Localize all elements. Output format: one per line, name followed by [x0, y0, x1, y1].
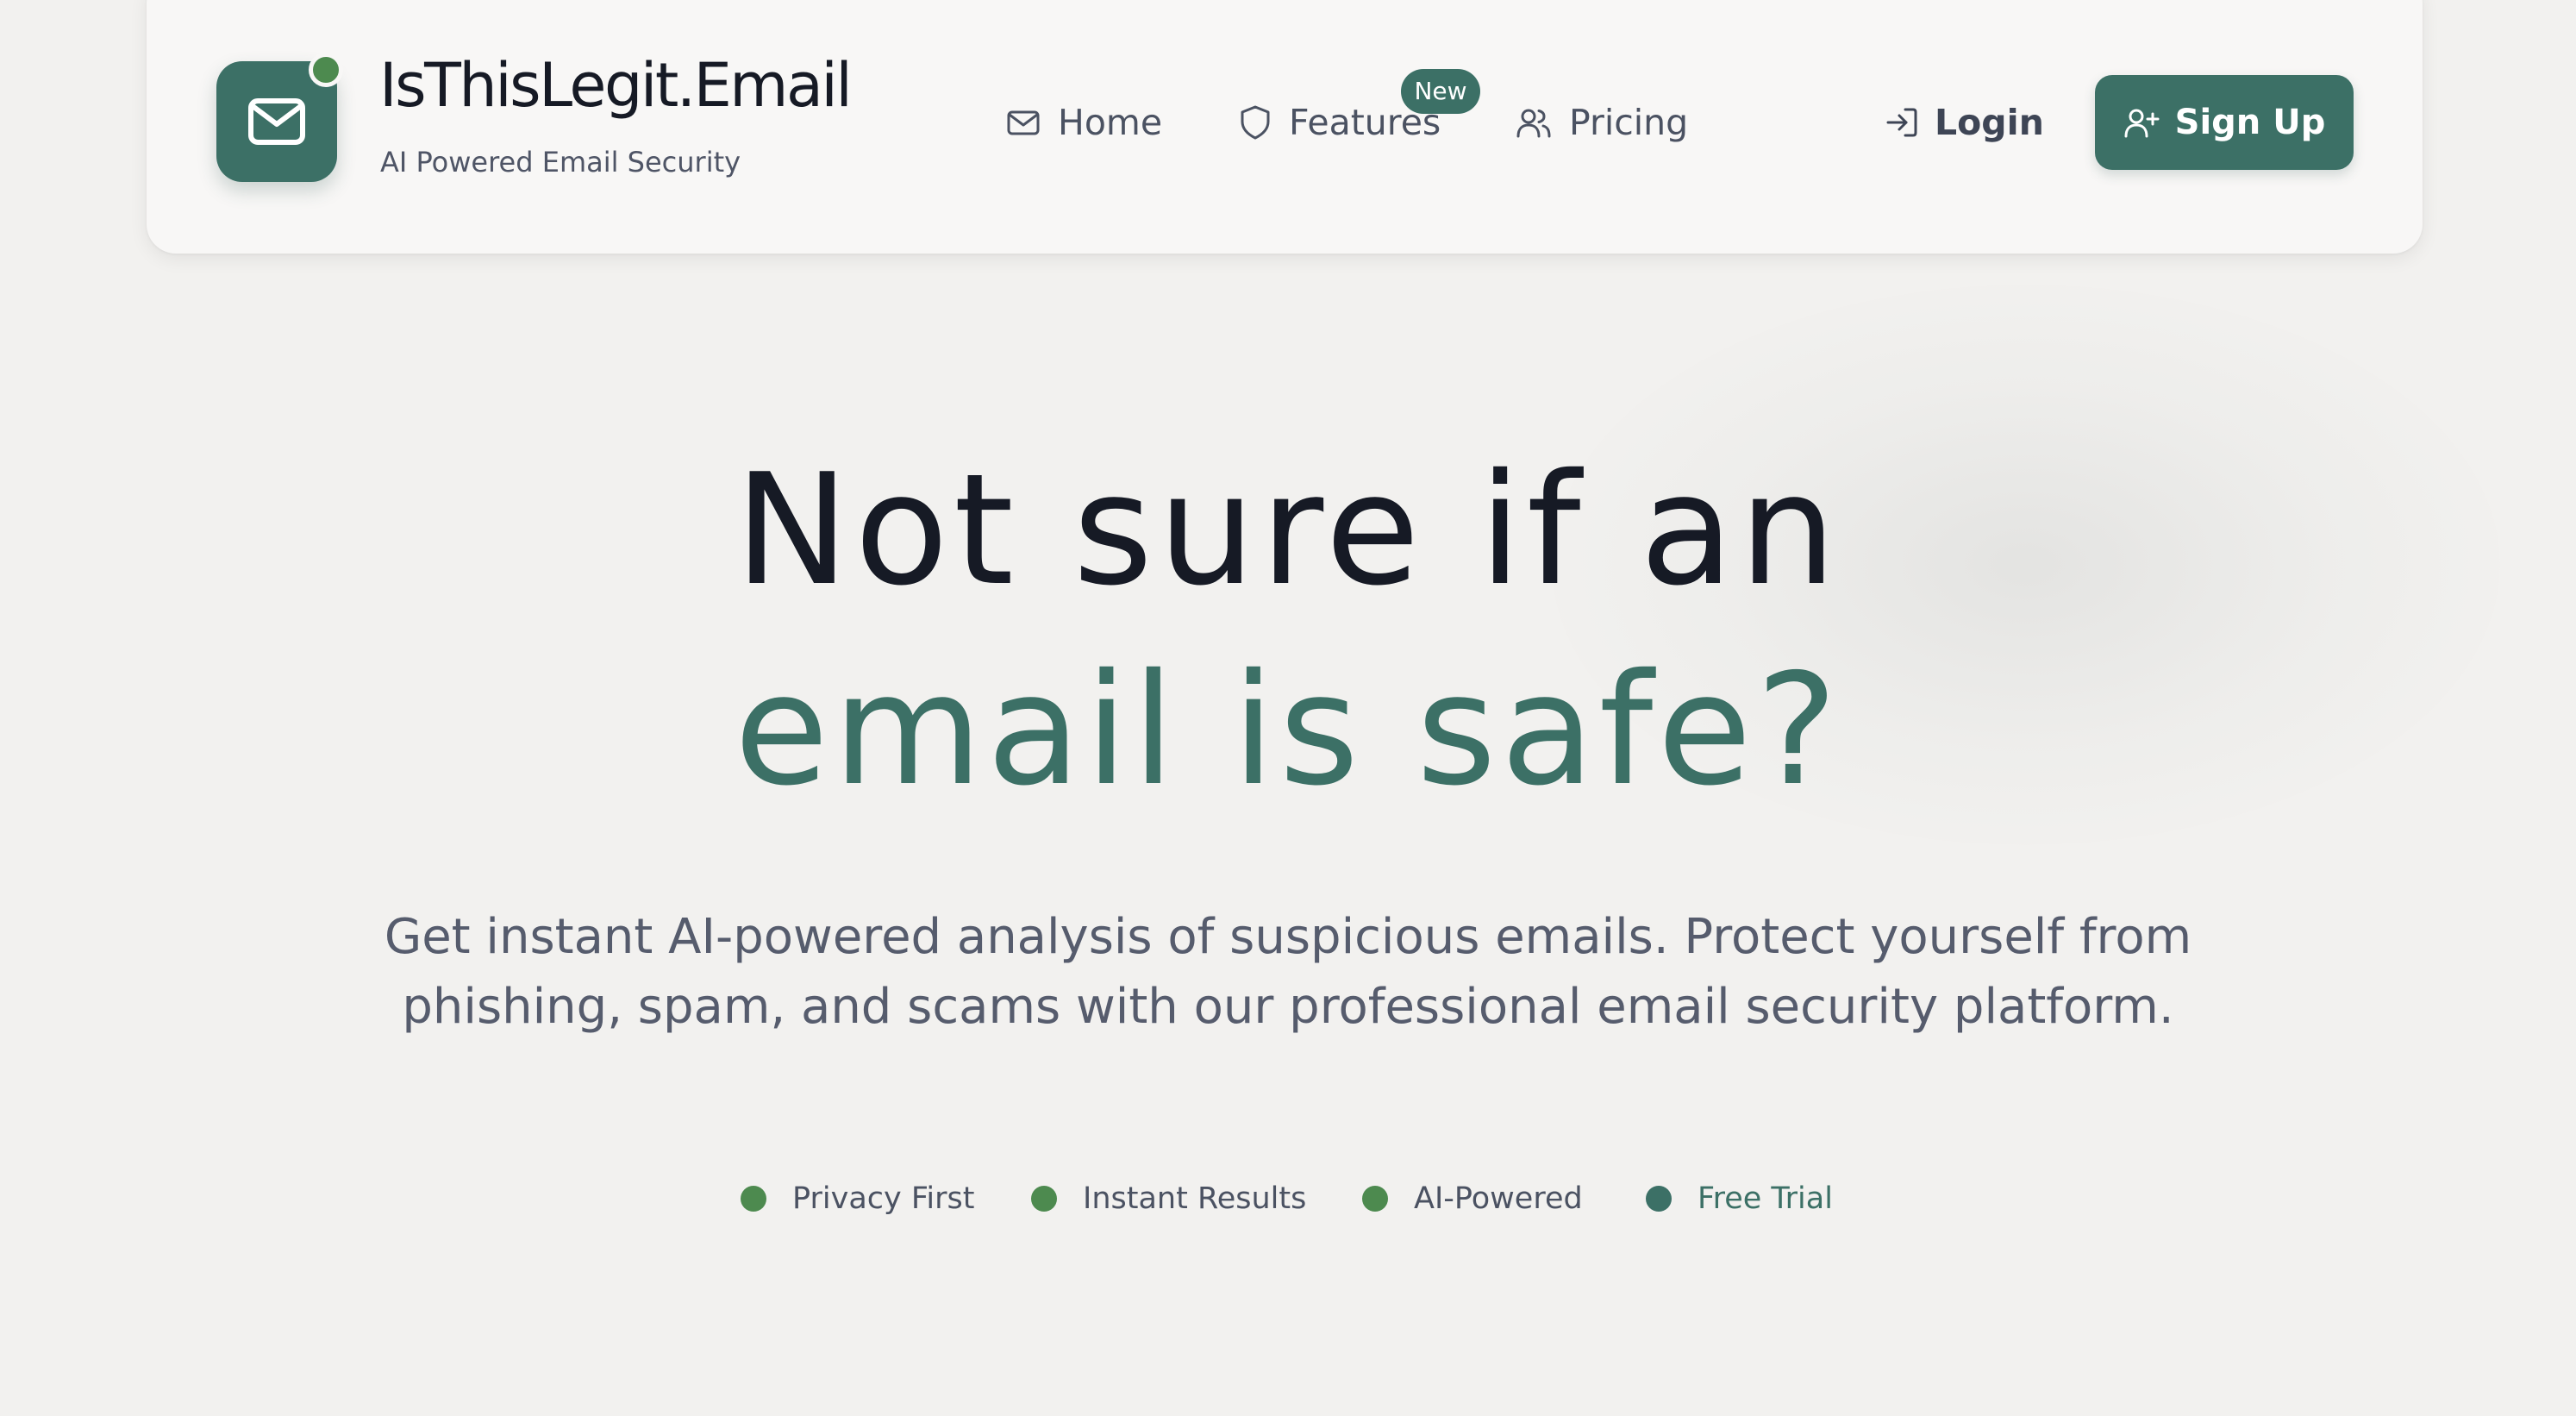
hero-description: Get instant AI-powered analysis of suspi… — [340, 902, 2236, 1042]
brand-tagline: AI Powered Email Security — [380, 146, 741, 179]
login-label: Login — [1935, 102, 2044, 143]
mail-icon — [248, 98, 305, 145]
hero-headline-line-2: email is safe? — [734, 641, 1842, 819]
feature-dot-icon — [1031, 1186, 1057, 1212]
feature-label: Instant Results — [1083, 1181, 1307, 1216]
hero-description-line-2: phishing, spam, and scams with our profe… — [402, 979, 2174, 1035]
feature-dot-icon — [741, 1186, 766, 1212]
feature-item-privacy-first: Privacy First — [741, 1173, 975, 1225]
sign-up-label: Sign Up — [2174, 103, 2326, 142]
hero-description-line-1: Get instant AI-powered analysis of suspi… — [384, 909, 2192, 965]
feature-label: Privacy First — [792, 1181, 975, 1216]
nav-link-pricing[interactable]: Pricing — [1516, 95, 1688, 150]
feature-label: AI-Powered — [1414, 1181, 1583, 1216]
login-icon — [1886, 108, 1917, 137]
feature-dot-icon — [1646, 1186, 1672, 1212]
sign-up-button[interactable]: Sign Up — [2095, 75, 2354, 170]
nav-link-label: Home — [1058, 102, 1163, 143]
user-plus-icon — [2124, 109, 2160, 138]
feature-label: Free Trial — [1698, 1181, 1833, 1216]
hero-headline-line-1: Not sure if an — [735, 441, 1841, 619]
brand-name[interactable]: IsThisLegit.Email — [379, 55, 853, 116]
mail-icon — [1007, 110, 1040, 135]
feature-item-free-trial: Free Trial — [1646, 1173, 1833, 1225]
nav-link-label: Pricing — [1569, 102, 1689, 143]
online-status-dot — [309, 53, 343, 87]
new-badge: New — [1401, 69, 1480, 114]
shield-icon — [1241, 105, 1270, 140]
login-link[interactable]: Login — [1885, 95, 2044, 150]
feature-dot-icon — [1362, 1186, 1388, 1212]
feature-item-ai-powered: AI-Powered — [1362, 1173, 1583, 1225]
users-icon — [1516, 109, 1551, 138]
feature-item-instant-results: Instant Results — [1031, 1173, 1306, 1225]
feature-highlights: Privacy First Instant Results AI-Powered… — [0, 1173, 2576, 1225]
nav-link-home[interactable]: Home — [1006, 95, 1162, 150]
